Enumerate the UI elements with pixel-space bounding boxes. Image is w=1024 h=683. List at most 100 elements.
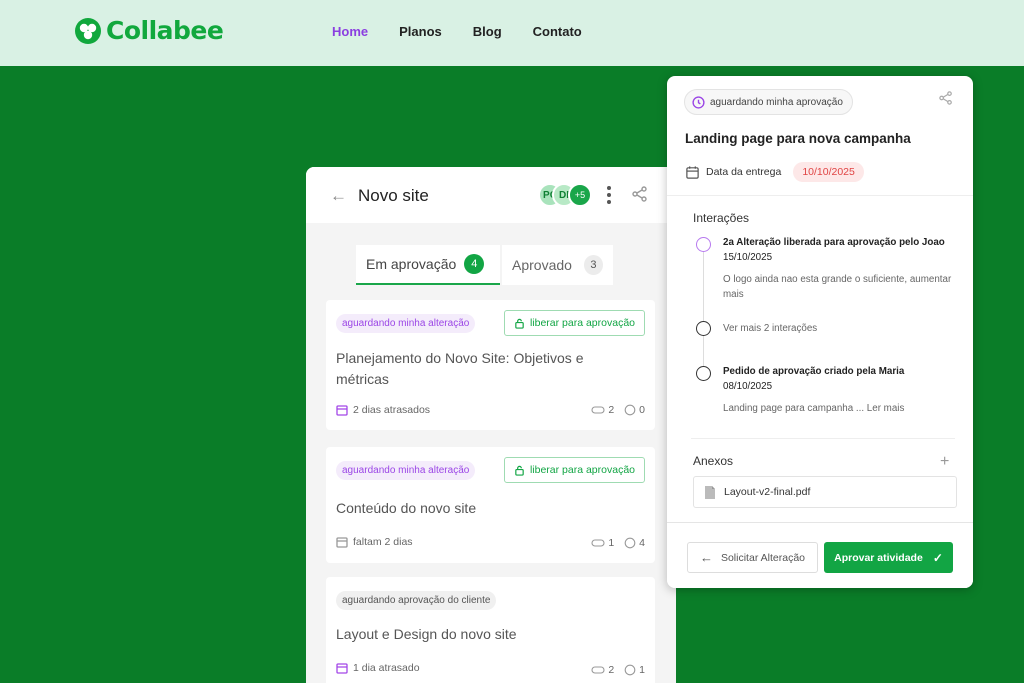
task-due: 1 dia atrasado [336,662,420,674]
count-badge: 3 [583,255,603,275]
entry-title: Pedido de aprovação criado pela Maria [723,366,905,377]
attachment-item[interactable]: Layout-v2-final.pdf [693,476,957,508]
detail-title: Landing page para nova campanha [685,131,911,146]
comment-count: 1 [639,664,645,676]
top-navbar: Collabee Home Planos Blog Contato [0,0,1024,66]
due-text: faltam 2 dias [353,536,413,548]
task-card[interactable]: aguardando minha alteração liberar para … [326,447,655,563]
entry-text: O logo ainda nao esta grande o suficient… [723,274,952,300]
release-for-approval-button[interactable]: liberar para aprovação [503,310,645,336]
button-label: liberar para aprovação [529,317,635,329]
timeline-dot [696,237,711,252]
project-header: ← Novo site PC DI +5 [306,167,676,223]
arrow-left-icon: ← [699,550,713,565]
attachment-icon [591,539,605,547]
calendar-icon [336,663,348,674]
file-icon [705,485,715,499]
comment-icon [624,404,636,416]
task-title: Planejamento do Novo Site: Objetivos e m… [336,350,584,387]
member-avatars[interactable]: PC DI +5 [538,183,598,207]
back-arrow-icon[interactable]: ← [330,186,347,206]
comment-icon [624,537,636,549]
calendar-icon [336,537,348,548]
task-due: 2 dias atrasados [336,404,430,416]
count-badge: 4 [464,254,485,274]
collabee-logo-icon [75,17,101,44]
status-text: aguardando minha aprovação [710,96,843,108]
attachment-count: 2 [608,404,615,416]
timeline-dot [696,366,711,381]
detail-status-badge: aguardando minha aprovação [684,89,853,115]
task-title: Conteúdo do novo site [336,500,477,516]
task-counts: 2 0 [591,404,645,416]
more-members-avatar[interactable]: +5 [568,183,592,207]
clock-icon [692,95,705,109]
comment-count: 0 [639,404,645,416]
divider [667,195,973,196]
release-for-approval-button[interactable]: liberar para aprovação [503,457,645,483]
status-tag: aguardando minha alteração [336,461,476,480]
nav-home[interactable]: Home [332,24,368,39]
timeline-dot [696,321,711,336]
attachment-icon [591,666,605,674]
attachments-heading: Anexos [693,454,734,468]
due-label: Data da entrega [706,166,782,178]
project-card: ← Novo site PC DI +5 Em aprovação 4 Apro… [306,167,676,683]
task-card[interactable]: aguardando minha alteração liberar para … [326,300,655,430]
tab-em-aprovacao[interactable]: Em aprovação 4 [356,245,500,285]
lock-open-icon [515,318,524,329]
tab-label: Em aprovação [366,256,457,272]
add-attachment-icon[interactable]: + [940,453,949,471]
calendar-icon [336,405,348,416]
entry-text: Landing page para campanha ... Ler mais [723,403,905,414]
entry-title: 2a Alteração liberada para aprovação pel… [723,237,945,248]
tab-aprovado[interactable]: Aprovado 3 [502,245,613,285]
request-change-button[interactable]: ← Solicitar Alteração [687,542,818,573]
button-label: Solicitar Alteração [720,551,806,564]
due-date-badge: 10/10/2025 [793,162,864,182]
attachment-count: 2 [608,664,615,676]
task-card[interactable]: aguardando aprovação do cliente Layout e… [326,577,655,683]
check-icon: ✓ [932,550,943,565]
attachment-count: 1 [608,537,615,549]
timeline-entry: Pedido de aprovação criado pela Maria 08… [723,364,959,416]
status-tabs: Em aprovação 4 Aprovado 3 [306,223,676,291]
detail-footer: ← Solicitar Alteração Aprovar atividade … [667,522,973,588]
task-detail-panel: aguardando minha aprovação Landing page … [667,76,973,588]
attachment-filename: Layout-v2-final.pdf [724,486,811,498]
interactions-heading: Interações [693,211,750,225]
button-label: liberar para aprovação [529,464,635,476]
divider [691,438,955,439]
collabee-logo[interactable]: Collabee [74,16,224,45]
due-date-row: Data da entrega 10/10/2025 [685,162,864,182]
calendar-icon [686,165,699,179]
approve-activity-button[interactable]: Aprovar atividade ✓ [824,542,953,573]
timeline-entry: 2a Alteração liberada para aprovação pel… [723,235,959,302]
tab-label: Aprovado [512,257,572,273]
lock-open-icon [515,465,524,476]
nav-contato[interactable]: Contato [533,24,582,39]
task-counts: 2 1 [591,664,645,676]
share-icon[interactable] [632,186,648,202]
entry-date: 08/10/2025 [723,381,773,392]
timeline-line [703,252,704,368]
main-nav: Home Planos Blog Contato [332,24,582,39]
entry-date: 15/10/2025 [723,252,773,263]
due-text: 2 dias atrasados [353,404,431,416]
see-more-interactions-link[interactable]: Ver mais 2 interações [723,321,959,336]
share-icon[interactable] [939,91,953,105]
nav-planos[interactable]: Planos [399,24,442,39]
brand-name: Collabee [106,16,224,45]
task-counts: 1 4 [591,537,645,549]
task-due: faltam 2 dias [336,536,413,548]
comment-count: 4 [639,537,645,549]
due-text: 1 dia atrasado [353,662,420,674]
attachment-icon [591,406,605,414]
status-tag: aguardando aprovação do cliente [336,591,497,610]
status-tag: aguardando minha alteração [336,314,476,333]
comment-icon [624,664,636,676]
button-label: Aprovar atividade [834,551,923,564]
project-title: Novo site [358,186,429,205]
nav-blog[interactable]: Blog [473,24,502,39]
more-options-icon[interactable] [606,185,612,205]
